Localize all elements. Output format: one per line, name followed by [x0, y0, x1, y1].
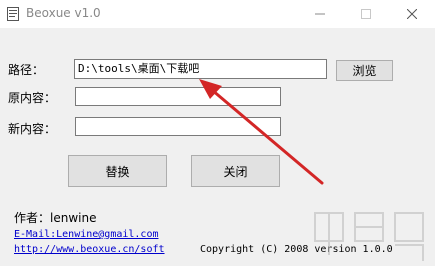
app-window: Beoxue v1.0 路径： D:\tools\桌面\下载吧 浏览 原内容： … [0, 0, 435, 266]
annotation-arrow [199, 79, 324, 185]
